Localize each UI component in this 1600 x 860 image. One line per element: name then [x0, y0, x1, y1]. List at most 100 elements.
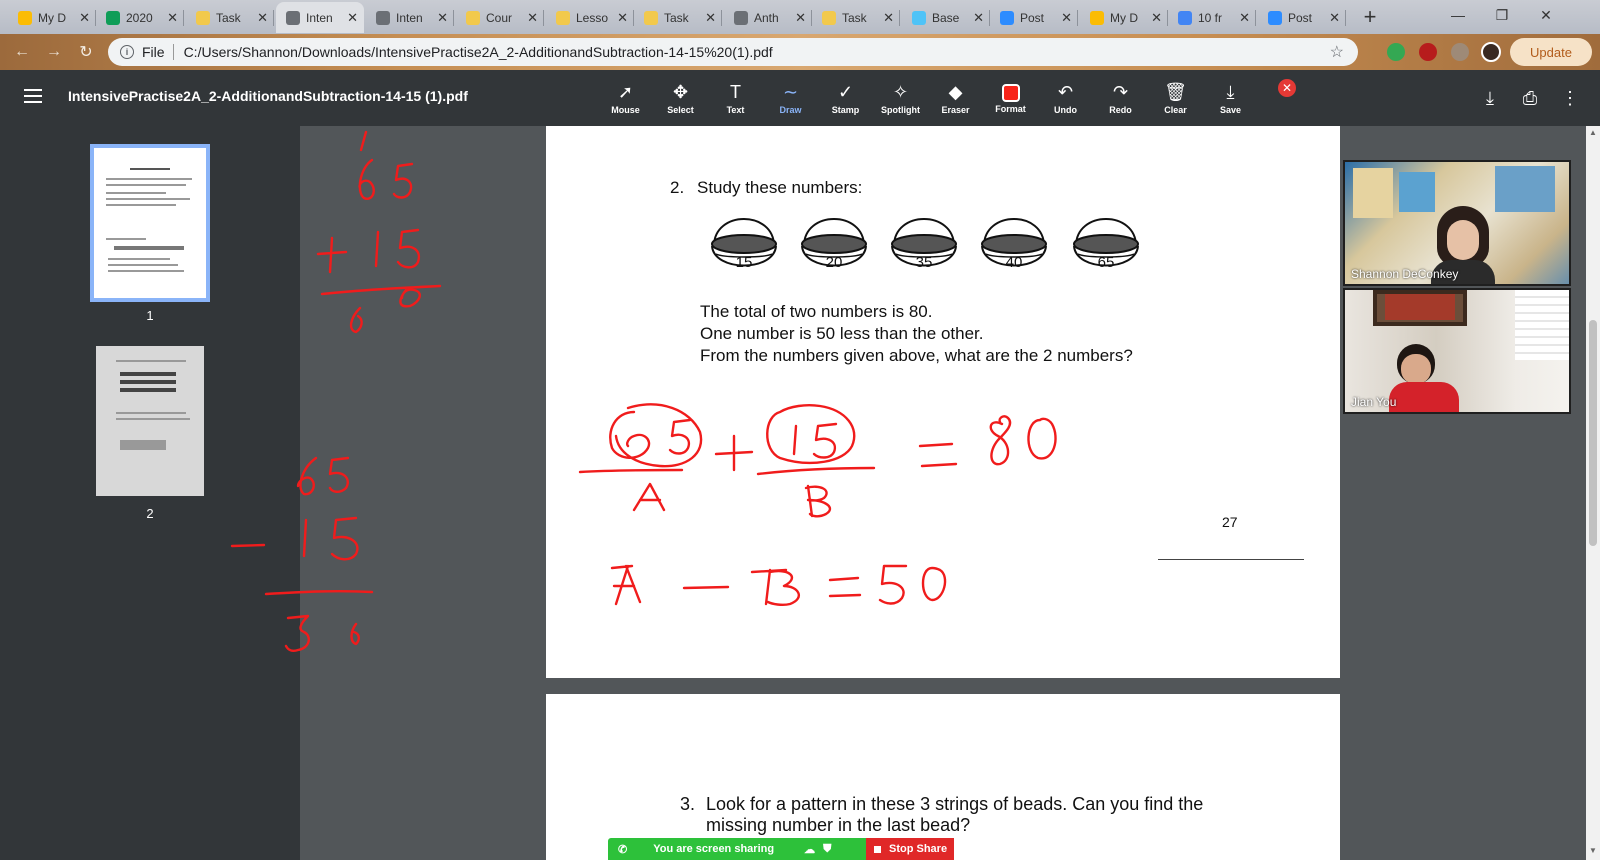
eraser-icon: ◆ — [948, 82, 963, 102]
thumbnail-page-1[interactable] — [90, 144, 210, 302]
close-tab-icon[interactable]: ✕ — [257, 10, 268, 26]
ublock-icon[interactable] — [1419, 43, 1437, 61]
new-tab-button[interactable]: + — [1357, 4, 1383, 29]
close-tab-icon[interactable]: ✕ — [883, 10, 894, 26]
close-tab-icon[interactable]: ✕ — [1239, 10, 1250, 26]
close-tab-icon[interactable]: ✕ — [1061, 10, 1072, 26]
stop-share-button[interactable]: Stop Share — [866, 838, 954, 860]
screen: + — ❐ ✕ My D ✕ 2020 ✕ Task ✕ Inten ✕ Inten ✕ Cour ✕… — [0, 0, 1600, 860]
close-tab-icon[interactable]: ✕ — [79, 10, 90, 26]
tool-format[interactable]: Format — [983, 70, 1038, 126]
address-bar[interactable]: i File C:/Users/Shannon/Downloads/Intens… — [108, 38, 1358, 66]
text-icon: T — [730, 82, 741, 102]
zoom-icon — [1000, 10, 1014, 25]
scroll-up-icon[interactable]: ▲ — [1589, 128, 1597, 138]
thumbnail-sidebar: 1 2 — [0, 126, 300, 860]
browser-tab[interactable]: Inten ✕ — [366, 2, 454, 33]
browser-tab[interactable]: Task ✕ — [186, 2, 274, 33]
browser-tab[interactable]: Base ✕ — [902, 2, 990, 33]
tool-label: Redo — [1109, 105, 1132, 115]
close-tab-icon[interactable]: ✕ — [973, 10, 984, 26]
update-button[interactable]: Update — [1510, 38, 1592, 66]
close-tab-icon[interactable]: ✕ — [527, 10, 538, 26]
participant-name: Jian You — [1351, 395, 1397, 409]
puzzle-icon[interactable] — [1451, 43, 1469, 61]
scroll-down-icon[interactable]: ▼ — [1589, 846, 1597, 856]
bookmark-star-icon[interactable]: ☆ — [1330, 42, 1344, 62]
close-tab-icon[interactable]: ✕ — [795, 10, 806, 26]
browser-tab[interactable]: Task ✕ — [634, 2, 722, 33]
browser-tab[interactable]: My D ✕ — [1080, 2, 1168, 33]
tool-select[interactable]: ✥ Select — [653, 70, 708, 126]
question-text-line-2: missing number in the last bead? — [706, 815, 971, 835]
tool-draw[interactable]: ∼ Draw — [763, 70, 818, 126]
video-tile-jian[interactable]: Jian You — [1343, 288, 1571, 414]
browser-tab[interactable]: Anth ✕ — [724, 2, 812, 33]
browser-tab[interactable]: Post ✕ — [1258, 2, 1346, 33]
close-tab-icon[interactable]: ✕ — [347, 10, 358, 26]
globe-icon — [734, 10, 748, 25]
tab-label: My D — [1110, 10, 1138, 25]
cloud-icon: ☁ — [804, 843, 816, 856]
tab-label: 2020 — [126, 10, 153, 25]
tool-mouse[interactable]: ➚ Mouse — [598, 70, 653, 126]
tab-label: Task — [216, 10, 241, 25]
tab-label: Post — [1020, 10, 1045, 25]
tool-undo[interactable]: ↶ Undo — [1038, 70, 1093, 126]
more-options-icon[interactable]: ⋮ — [1558, 86, 1582, 110]
download-icon[interactable]: ⤓ — [1478, 86, 1502, 110]
scroll-thumb[interactable] — [1589, 320, 1597, 546]
restore-button[interactable]: ❐ — [1480, 0, 1524, 30]
close-tab-icon[interactable]: ✕ — [1151, 10, 1162, 26]
drive-icon — [1090, 10, 1104, 25]
screen-share-bar: ✆ You are screen sharing ☁ ⛊ — [608, 838, 866, 860]
tool-label: Stamp — [831, 105, 860, 115]
tool-text[interactable]: T Text — [708, 70, 763, 126]
info-icon[interactable]: i — [120, 45, 134, 59]
tool-save[interactable]: ⤓ Save — [1203, 70, 1258, 126]
close-tab-icon[interactable]: ✕ — [705, 10, 716, 26]
browser-tab[interactable]: 10 fr ✕ — [1168, 2, 1256, 33]
print-icon[interactable]: ⎙ — [1518, 86, 1542, 110]
tool-spotlight[interactable]: ✧ Spotlight — [873, 70, 928, 126]
share-status: You are screen sharing — [653, 843, 775, 855]
browser-tab[interactable]: Task ✕ — [812, 2, 900, 33]
tool-stamp[interactable]: ✓ Stamp — [818, 70, 873, 126]
back-icon[interactable]: ← — [10, 40, 34, 64]
close-tab-icon[interactable]: ✕ — [617, 10, 628, 26]
extension-icon[interactable] — [1387, 43, 1405, 61]
browser-toolbar: ← → ↻ i File C:/Users/Shannon/Downloads/… — [0, 34, 1600, 70]
video-tile-shannon[interactable]: Shannon DeConkey — [1343, 160, 1571, 286]
avatar[interactable] — [1481, 42, 1501, 62]
close-window-button[interactable]: ✕ — [1524, 0, 1568, 30]
problem-line-2: One number is 50 less than the other. — [700, 324, 984, 343]
minimize-button[interactable]: — — [1436, 0, 1480, 30]
browser-tab[interactable]: My D ✕ — [8, 2, 96, 33]
tool-redo[interactable]: ↷ Redo — [1093, 70, 1148, 126]
url-text[interactable]: C:/Users/Shannon/Downloads/IntensivePrac… — [184, 44, 773, 60]
tool-clear[interactable]: 🗑 Clear — [1148, 70, 1203, 126]
thumbnail-page-2[interactable] — [96, 346, 204, 496]
browser-tab[interactable]: Inten ✕ — [276, 2, 364, 33]
close-annotation-icon[interactable]: ✕ — [1278, 79, 1296, 97]
tab-label: My D — [38, 10, 66, 25]
forward-icon[interactable]: → — [42, 40, 66, 64]
menu-icon[interactable] — [24, 89, 42, 103]
basket-illustrations — [711, 218, 1139, 267]
reload-icon[interactable]: ↻ — [74, 40, 98, 64]
lesson-icon — [196, 10, 210, 25]
browser-tab[interactable]: 2020 ✕ — [96, 2, 184, 33]
undo-icon: ↶ — [1057, 82, 1074, 102]
close-tab-icon[interactable]: ✕ — [437, 10, 448, 26]
page-rule — [1158, 559, 1304, 560]
browser-tab[interactable]: Post ✕ — [990, 2, 1078, 33]
close-tab-icon[interactable]: ✕ — [1329, 10, 1340, 26]
close-tab-icon[interactable]: ✕ — [167, 10, 178, 26]
phone-icon: ✆ — [618, 843, 628, 856]
tool-eraser[interactable]: ◆ Eraser — [928, 70, 983, 126]
browser-tab[interactable]: Cour ✕ — [456, 2, 544, 33]
vertical-scrollbar[interactable]: ▲ ▼ — [1586, 126, 1600, 860]
drive-icon — [18, 10, 32, 25]
question-text-line-1: Look for a pattern in these 3 strings of… — [706, 794, 1204, 814]
browser-tab[interactable]: Lesso ✕ — [546, 2, 634, 33]
